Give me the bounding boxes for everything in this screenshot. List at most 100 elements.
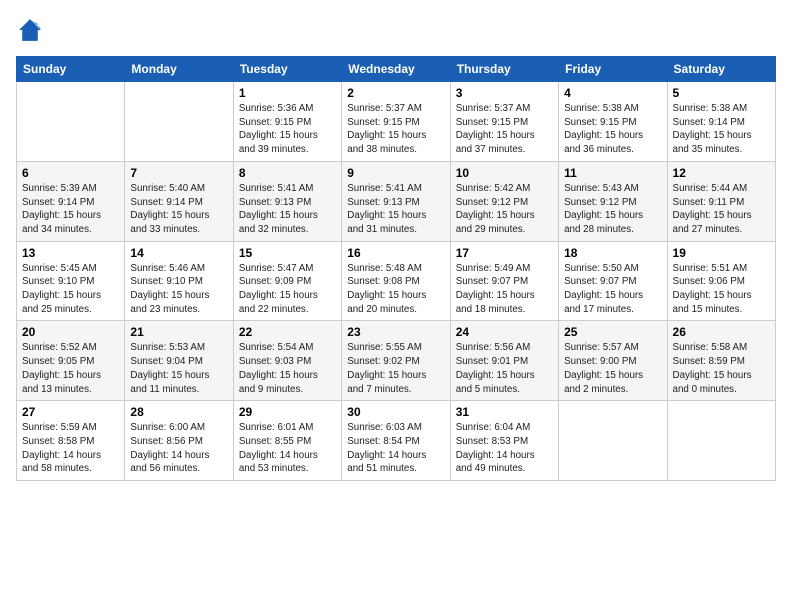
day-number: 25 (564, 325, 661, 339)
weekday-header: Wednesday (342, 57, 450, 82)
calendar-cell: 13 Sunrise: 5:45 AM Sunset: 9:10 PM Dayli… (17, 241, 125, 321)
calendar-cell: 10 Sunrise: 5:42 AM Sunset: 9:12 PM Dayli… (450, 161, 558, 241)
day-number: 17 (456, 246, 553, 260)
day-number: 7 (130, 166, 227, 180)
calendar-cell: 2 Sunrise: 5:37 AM Sunset: 9:15 PM Daylig… (342, 82, 450, 162)
calendar-cell: 1 Sunrise: 5:36 AM Sunset: 9:15 PM Daylig… (233, 82, 341, 162)
calendar-cell: 19 Sunrise: 5:51 AM Sunset: 9:06 PM Dayli… (667, 241, 775, 321)
day-info: Sunrise: 6:01 AM Sunset: 8:55 PM Dayligh… (239, 421, 336, 476)
logo-icon (16, 16, 44, 44)
day-number: 10 (456, 166, 553, 180)
day-info: Sunrise: 5:42 AM Sunset: 9:12 PM Dayligh… (456, 182, 553, 237)
day-info: Sunrise: 5:36 AM Sunset: 9:15 PM Dayligh… (239, 102, 336, 157)
day-number: 15 (239, 246, 336, 260)
day-info: Sunrise: 5:50 AM Sunset: 9:07 PM Dayligh… (564, 262, 661, 317)
calendar-cell: 6 Sunrise: 5:39 AM Sunset: 9:14 PM Daylig… (17, 161, 125, 241)
calendar-cell: 7 Sunrise: 5:40 AM Sunset: 9:14 PM Daylig… (125, 161, 233, 241)
calendar-cell: 15 Sunrise: 5:47 AM Sunset: 9:09 PM Dayli… (233, 241, 341, 321)
day-number: 21 (130, 325, 227, 339)
day-info: Sunrise: 5:59 AM Sunset: 8:58 PM Dayligh… (22, 421, 119, 476)
logo (16, 16, 48, 44)
day-info: Sunrise: 5:51 AM Sunset: 9:06 PM Dayligh… (673, 262, 770, 317)
calendar-cell: 14 Sunrise: 5:46 AM Sunset: 9:10 PM Dayli… (125, 241, 233, 321)
day-number: 23 (347, 325, 444, 339)
day-number: 29 (239, 405, 336, 419)
calendar-cell: 5 Sunrise: 5:38 AM Sunset: 9:14 PM Daylig… (667, 82, 775, 162)
day-number: 2 (347, 86, 444, 100)
calendar-cell (559, 401, 667, 481)
day-number: 9 (347, 166, 444, 180)
day-number: 6 (22, 166, 119, 180)
day-info: Sunrise: 5:38 AM Sunset: 9:15 PM Dayligh… (564, 102, 661, 157)
day-number: 14 (130, 246, 227, 260)
calendar-cell: 20 Sunrise: 5:52 AM Sunset: 9:05 PM Dayli… (17, 321, 125, 401)
calendar-cell: 22 Sunrise: 5:54 AM Sunset: 9:03 PM Dayli… (233, 321, 341, 401)
calendar-cell: 3 Sunrise: 5:37 AM Sunset: 9:15 PM Daylig… (450, 82, 558, 162)
day-info: Sunrise: 5:46 AM Sunset: 9:10 PM Dayligh… (130, 262, 227, 317)
day-info: Sunrise: 5:56 AM Sunset: 9:01 PM Dayligh… (456, 341, 553, 396)
calendar-week-row: 13 Sunrise: 5:45 AM Sunset: 9:10 PM Dayli… (17, 241, 776, 321)
weekday-header: Friday (559, 57, 667, 82)
day-number: 11 (564, 166, 661, 180)
day-info: Sunrise: 5:48 AM Sunset: 9:08 PM Dayligh… (347, 262, 444, 317)
weekday-header: Saturday (667, 57, 775, 82)
day-info: Sunrise: 5:41 AM Sunset: 9:13 PM Dayligh… (239, 182, 336, 237)
day-info: Sunrise: 5:43 AM Sunset: 9:12 PM Dayligh… (564, 182, 661, 237)
calendar-week-row: 1 Sunrise: 5:36 AM Sunset: 9:15 PM Daylig… (17, 82, 776, 162)
day-info: Sunrise: 5:40 AM Sunset: 9:14 PM Dayligh… (130, 182, 227, 237)
weekday-header: Sunday (17, 57, 125, 82)
calendar-table: SundayMondayTuesdayWednesdayThursdayFrid… (16, 56, 776, 481)
day-number: 27 (22, 405, 119, 419)
day-info: Sunrise: 5:41 AM Sunset: 9:13 PM Dayligh… (347, 182, 444, 237)
day-number: 28 (130, 405, 227, 419)
day-number: 5 (673, 86, 770, 100)
day-info: Sunrise: 5:54 AM Sunset: 9:03 PM Dayligh… (239, 341, 336, 396)
day-info: Sunrise: 6:03 AM Sunset: 8:54 PM Dayligh… (347, 421, 444, 476)
day-info: Sunrise: 6:04 AM Sunset: 8:53 PM Dayligh… (456, 421, 553, 476)
calendar-cell: 24 Sunrise: 5:56 AM Sunset: 9:01 PM Dayli… (450, 321, 558, 401)
day-number: 3 (456, 86, 553, 100)
weekday-header: Thursday (450, 57, 558, 82)
day-info: Sunrise: 5:52 AM Sunset: 9:05 PM Dayligh… (22, 341, 119, 396)
day-info: Sunrise: 5:37 AM Sunset: 9:15 PM Dayligh… (456, 102, 553, 157)
calendar-cell: 21 Sunrise: 5:53 AM Sunset: 9:04 PM Dayli… (125, 321, 233, 401)
day-number: 26 (673, 325, 770, 339)
calendar-cell (125, 82, 233, 162)
calendar-cell: 30Sunrise: 6:03 AM Sunset: 8:54 PM Dayli… (342, 401, 450, 481)
weekday-header: Tuesday (233, 57, 341, 82)
calendar-cell (17, 82, 125, 162)
day-info: Sunrise: 5:38 AM Sunset: 9:14 PM Dayligh… (673, 102, 770, 157)
calendar-week-row: 27 Sunrise: 5:59 AM Sunset: 8:58 PM Dayli… (17, 401, 776, 481)
day-info: Sunrise: 5:55 AM Sunset: 9:02 PM Dayligh… (347, 341, 444, 396)
day-info: Sunrise: 6:00 AM Sunset: 8:56 PM Dayligh… (130, 421, 227, 476)
day-info: Sunrise: 5:39 AM Sunset: 9:14 PM Dayligh… (22, 182, 119, 237)
day-number: 19 (673, 246, 770, 260)
day-info: Sunrise: 5:49 AM Sunset: 9:07 PM Dayligh… (456, 262, 553, 317)
day-number: 24 (456, 325, 553, 339)
calendar-cell: 28 Sunrise: 6:00 AM Sunset: 8:56 PM Dayli… (125, 401, 233, 481)
day-info: Sunrise: 5:53 AM Sunset: 9:04 PM Dayligh… (130, 341, 227, 396)
day-info: Sunrise: 5:45 AM Sunset: 9:10 PM Dayligh… (22, 262, 119, 317)
day-info: Sunrise: 5:57 AM Sunset: 9:00 PM Dayligh… (564, 341, 661, 396)
calendar-cell: 25 Sunrise: 5:57 AM Sunset: 9:00 PM Dayli… (559, 321, 667, 401)
weekday-header-row: SundayMondayTuesdayWednesdayThursdayFrid… (17, 57, 776, 82)
calendar-cell: 29 Sunrise: 6:01 AM Sunset: 8:55 PM Dayli… (233, 401, 341, 481)
calendar-cell: 4Sunrise: 5:38 AM Sunset: 9:15 PM Daylig… (559, 82, 667, 162)
day-number: 20 (22, 325, 119, 339)
calendar-cell: 23 Sunrise: 5:55 AM Sunset: 9:02 PM Dayli… (342, 321, 450, 401)
calendar-cell: 17 Sunrise: 5:49 AM Sunset: 9:07 PM Dayli… (450, 241, 558, 321)
day-number: 18 (564, 246, 661, 260)
day-info: Sunrise: 5:47 AM Sunset: 9:09 PM Dayligh… (239, 262, 336, 317)
calendar-cell: 8Sunrise: 5:41 AM Sunset: 9:13 PM Daylig… (233, 161, 341, 241)
calendar-cell: 31Sunrise: 6:04 AM Sunset: 8:53 PM Dayli… (450, 401, 558, 481)
calendar-week-row: 6 Sunrise: 5:39 AM Sunset: 9:14 PM Daylig… (17, 161, 776, 241)
day-number: 22 (239, 325, 336, 339)
calendar-cell: 16Sunrise: 5:48 AM Sunset: 9:08 PM Dayli… (342, 241, 450, 321)
weekday-header: Monday (125, 57, 233, 82)
day-info: Sunrise: 5:37 AM Sunset: 9:15 PM Dayligh… (347, 102, 444, 157)
calendar-cell: 11 Sunrise: 5:43 AM Sunset: 9:12 PM Dayli… (559, 161, 667, 241)
day-number: 1 (239, 86, 336, 100)
day-info: Sunrise: 5:58 AM Sunset: 8:59 PM Dayligh… (673, 341, 770, 396)
day-number: 13 (22, 246, 119, 260)
calendar-cell: 27 Sunrise: 5:59 AM Sunset: 8:58 PM Dayli… (17, 401, 125, 481)
